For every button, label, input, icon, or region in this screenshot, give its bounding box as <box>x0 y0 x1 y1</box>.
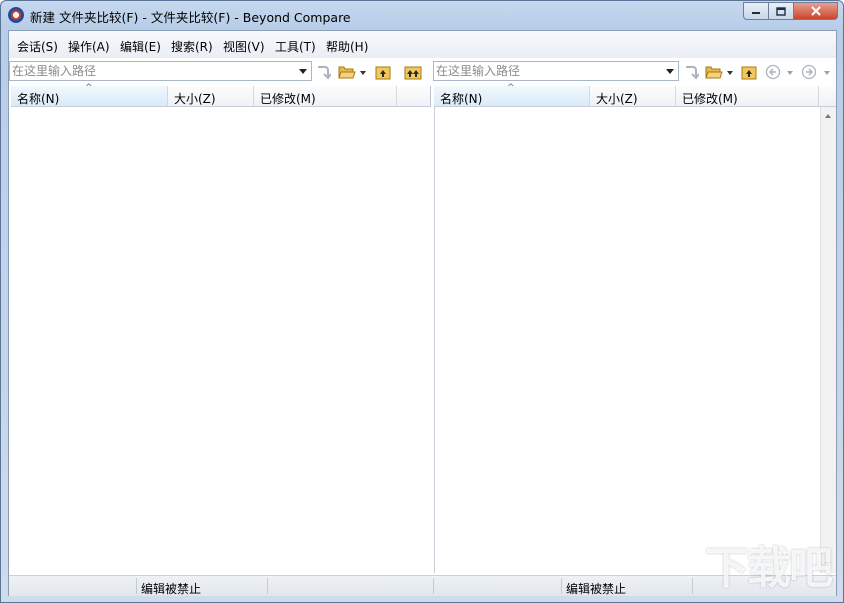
minimize-button[interactable] <box>743 2 769 20</box>
right-edit-status: 编辑被禁止 <box>562 578 693 596</box>
sort-ascending-icon: ^ <box>507 83 515 93</box>
right-col-name-label: 名称(N) <box>440 92 483 106</box>
beyond-compare-logo-icon[interactable] <box>8 7 24 23</box>
menu-view[interactable]: 视图(V) <box>223 38 265 55</box>
left-go-arrow-icon[interactable] <box>315 64 331 80</box>
right-path-combobox[interactable] <box>433 61 679 81</box>
left-col-modified-label: 已修改(M) <box>260 92 316 106</box>
watermark-logo: 下载吧 <box>705 543 833 594</box>
left-col-size[interactable]: 大小(Z) <box>168 86 254 106</box>
menu-tools[interactable]: 工具(T) <box>275 38 316 55</box>
right-path-input[interactable] <box>436 63 660 79</box>
menu-bar: 会话(S) 操作(A) 编辑(E) 搜索(R) 视图(V) 工具(T) 帮助(H… <box>9 31 836 58</box>
right-col-name[interactable]: 名称(N) ^ <box>434 83 590 106</box>
left-path-dropdown-icon[interactable] <box>299 69 307 74</box>
menu-session[interactable]: 会话(S) <box>17 38 58 55</box>
left-col-modified[interactable]: 已修改(M) <box>254 86 397 106</box>
right-path-toolbar <box>433 59 837 83</box>
right-parent-folder-icon[interactable] <box>741 64 757 80</box>
vertical-scrollbar[interactable] <box>820 107 836 573</box>
left-col-extra[interactable] <box>397 86 431 106</box>
minimize-icon <box>752 12 760 14</box>
right-go-arrow-icon[interactable] <box>683 64 699 80</box>
menu-search[interactable]: 搜索(R) <box>171 38 213 55</box>
left-col-size-label: 大小(Z) <box>174 92 216 106</box>
scroll-up-icon[interactable] <box>825 114 831 118</box>
left-edit-status: 编辑被禁止 <box>137 578 268 596</box>
right-status-cell-1 <box>434 578 562 594</box>
menu-help[interactable]: 帮助(H) <box>326 38 368 55</box>
forward-arrow-icon[interactable] <box>801 64 817 80</box>
close-icon <box>810 6 821 16</box>
left-col-name[interactable]: 名称(N) ^ <box>11 83 168 106</box>
maximize-icon <box>776 6 786 16</box>
left-status-cell-1 <box>9 578 137 594</box>
right-col-modified[interactable]: 已修改(M) <box>676 86 819 106</box>
right-browse-dropdown-icon[interactable] <box>727 71 733 75</box>
right-path-dropdown-icon[interactable] <box>666 69 674 74</box>
left-browse-folder-icon[interactable] <box>338 64 356 80</box>
left-path-input[interactable] <box>12 63 293 79</box>
window-title: 新建 文件夹比较(F) - 文件夹比较(F) - Beyond Compare <box>30 10 351 25</box>
back-dropdown-icon[interactable] <box>787 71 793 75</box>
right-column-header: 名称(N) ^ 大小(Z) 已修改(M) <box>434 83 836 107</box>
app-window: 新建 文件夹比较(F) - 文件夹比较(F) - Beyond Compare … <box>0 0 844 603</box>
left-parent-folder-icon[interactable] <box>375 64 391 80</box>
right-col-modified-label: 已修改(M) <box>682 92 738 106</box>
window-controls <box>743 2 838 20</box>
forward-dropdown-icon[interactable] <box>824 71 830 75</box>
maximize-button[interactable] <box>769 2 794 20</box>
close-button[interactable] <box>794 2 838 20</box>
left-path-toolbar <box>9 59 429 83</box>
left-col-name-label: 名称(N) <box>17 92 60 106</box>
right-file-list[interactable] <box>434 107 821 573</box>
right-col-size[interactable]: 大小(Z) <box>590 86 676 106</box>
both-parent-folder-icon[interactable] <box>404 64 422 80</box>
left-column-header: 名称(N) ^ 大小(Z) 已修改(M) <box>11 83 431 107</box>
right-col-size-label: 大小(Z) <box>596 92 638 106</box>
right-browse-folder-icon[interactable] <box>705 64 723 80</box>
left-browse-dropdown-icon[interactable] <box>360 71 366 75</box>
sort-ascending-icon: ^ <box>85 83 93 93</box>
left-file-list[interactable] <box>11 107 431 573</box>
menu-actions[interactable]: 操作(A) <box>68 38 110 55</box>
menu-edit[interactable]: 编辑(E) <box>120 38 161 55</box>
title-bar[interactable]: 新建 文件夹比较(F) - 文件夹比较(F) - Beyond Compare <box>1 1 843 30</box>
main-client-area: 会话(S) 操作(A) 编辑(E) 搜索(R) 视图(V) 工具(T) 帮助(H… <box>8 30 837 596</box>
left-status-cell-3 <box>268 578 434 594</box>
back-arrow-icon[interactable] <box>765 64 781 80</box>
left-path-combobox[interactable] <box>9 61 312 81</box>
